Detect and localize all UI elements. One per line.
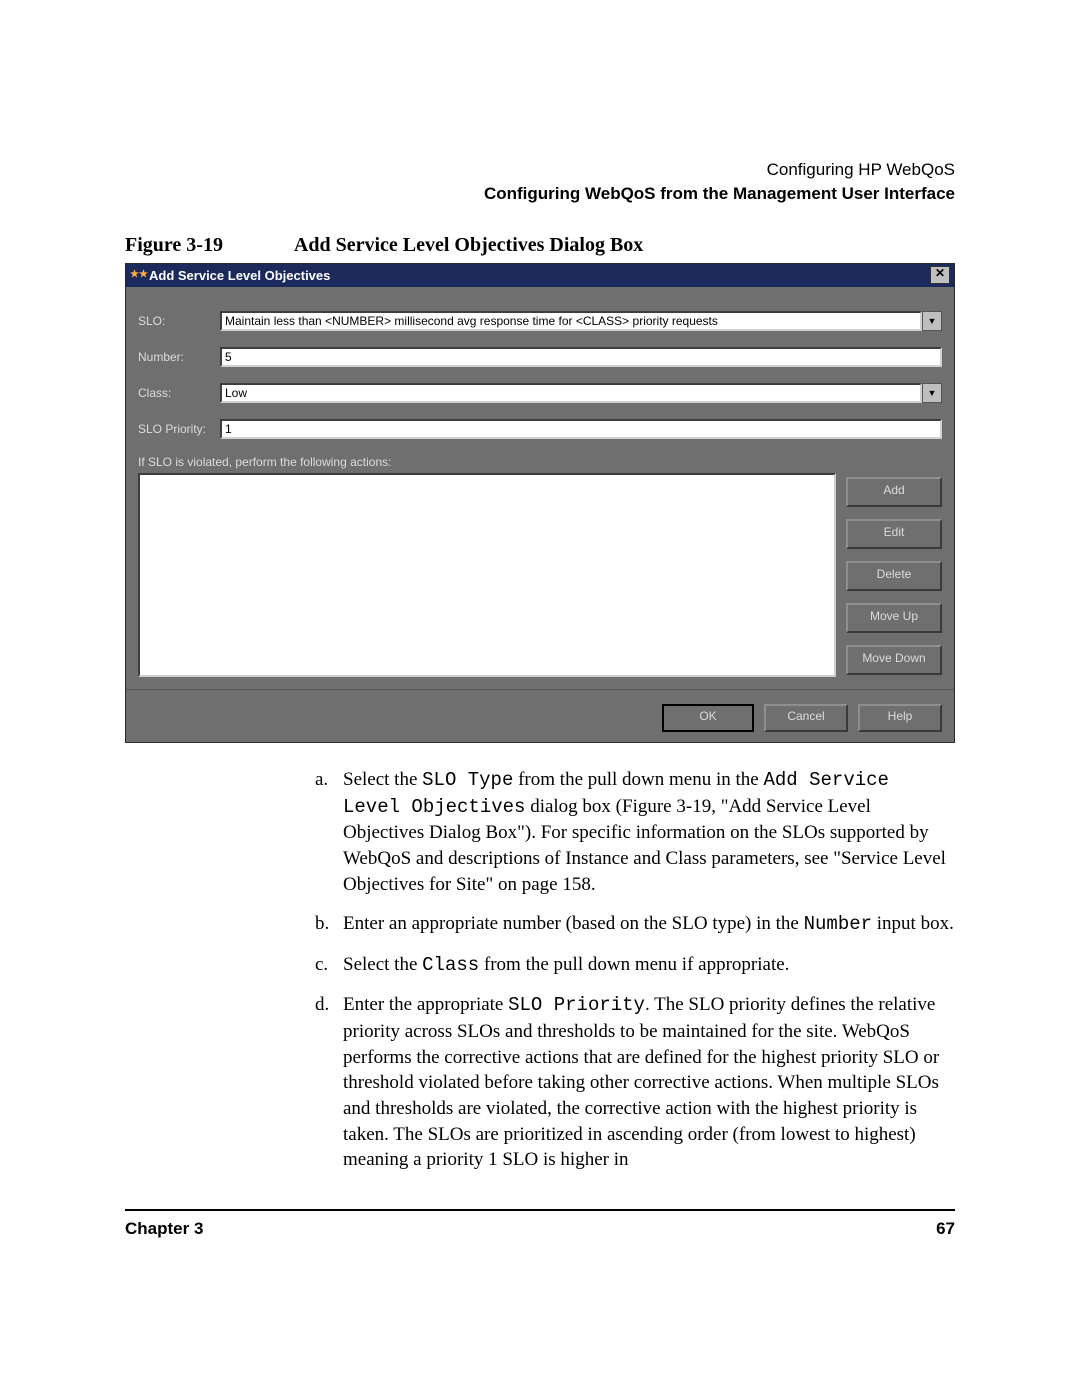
list-marker: d. [315, 992, 343, 1172]
list-marker: c. [315, 952, 343, 979]
actions-description: If SLO is violated, perform the followin… [138, 455, 942, 469]
number-input[interactable] [220, 347, 942, 367]
instruction-b: b. Enter an appropriate number (based on… [315, 911, 955, 938]
dialog-titlebar: ★★ Add Service Level Objectives ✕ [126, 264, 954, 287]
dialog-title: Add Service Level Objectives [149, 268, 330, 283]
slo-select[interactable]: Maintain less than <NUMBER> millisecond … [220, 311, 922, 331]
text: from the pull down menu if appropriate. [479, 954, 789, 975]
close-icon[interactable]: ✕ [930, 266, 950, 284]
instruction-a: a. Select the SLO Type from the pull dow… [315, 767, 955, 897]
running-header: Configuring HP WebQoS [125, 160, 955, 180]
text-code: Class [422, 954, 479, 976]
instruction-d: d. Enter the appropriate SLO Priority. T… [315, 992, 955, 1172]
edit-button[interactable]: Edit [846, 519, 942, 549]
footer-chapter: Chapter 3 [125, 1219, 203, 1239]
move-down-button[interactable]: Move Down [846, 645, 942, 675]
text: Enter the appropriate [343, 994, 508, 1015]
priority-label: SLO Priority: [138, 422, 220, 436]
list-marker: b. [315, 911, 343, 938]
list-marker: a. [315, 767, 343, 897]
slo-label: SLO: [138, 314, 220, 328]
text: input box. [872, 913, 954, 934]
ok-button[interactable]: OK [662, 704, 754, 732]
class-select[interactable]: Low [220, 383, 922, 403]
cancel-button[interactable]: Cancel [764, 704, 848, 732]
delete-button[interactable]: Delete [846, 561, 942, 591]
number-label: Number: [138, 350, 220, 364]
instruction-c: c. Select the Class from the pull down m… [315, 952, 955, 979]
slo-dropdown-icon[interactable]: ▼ [922, 311, 942, 331]
actions-listbox[interactable] [138, 473, 836, 677]
text: . The SLO priority defines the relative … [343, 994, 939, 1170]
move-up-button[interactable]: Move Up [846, 603, 942, 633]
text-code: SLO Type [422, 769, 513, 791]
running-subheader: Configuring WebQoS from the Management U… [125, 184, 955, 204]
app-icon: ★★ [130, 268, 144, 282]
add-slo-dialog: ★★ Add Service Level Objectives ✕ SLO: M… [125, 263, 955, 743]
class-label: Class: [138, 386, 220, 400]
add-button[interactable]: Add [846, 477, 942, 507]
text: Select the [343, 769, 422, 790]
text: Enter an appropriate number (based on th… [343, 913, 804, 934]
class-dropdown-icon[interactable]: ▼ [922, 383, 942, 403]
text: Select the [343, 954, 422, 975]
figure-label: Figure 3-19 [125, 234, 290, 257]
text-code: Number [804, 913, 872, 935]
text-code: SLO Priority [508, 994, 645, 1016]
priority-input[interactable] [220, 419, 942, 439]
figure-title: Add Service Level Objectives Dialog Box [294, 234, 643, 256]
text: from the pull down menu in the [513, 769, 763, 790]
footer-page-number: 67 [936, 1219, 955, 1239]
help-button[interactable]: Help [858, 704, 942, 732]
